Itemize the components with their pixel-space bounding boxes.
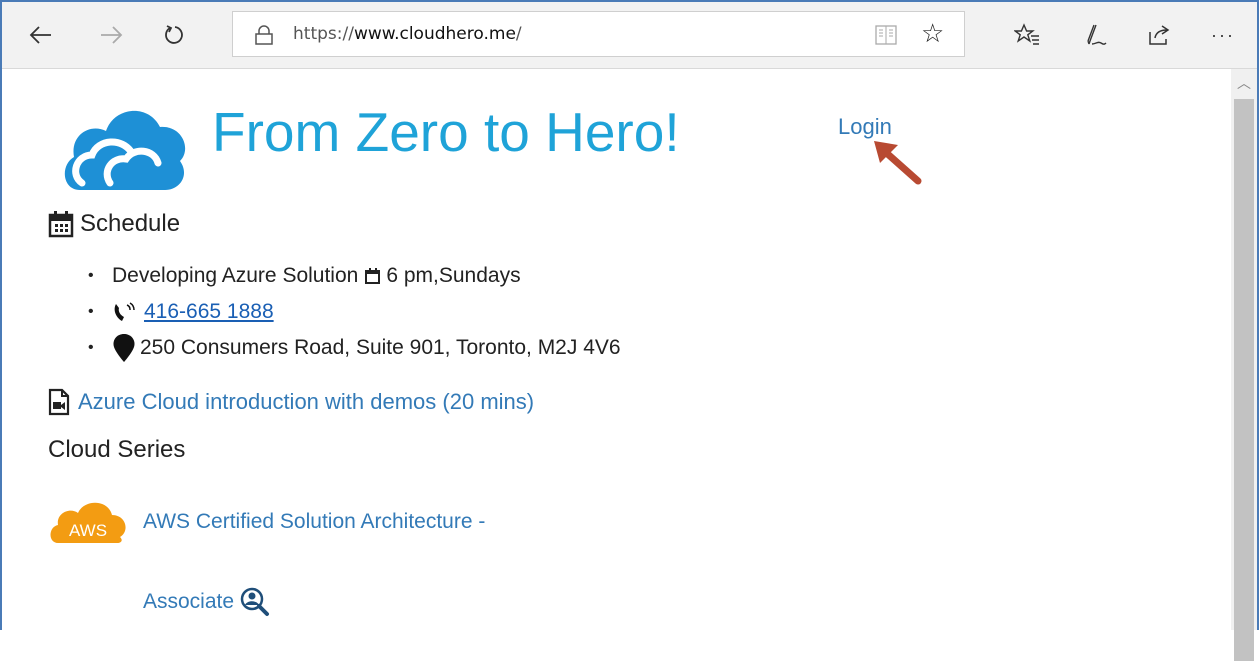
bullet: • — [88, 303, 94, 320]
video-file-icon — [48, 388, 70, 416]
favorite-star-icon[interactable]: ☆ — [921, 18, 944, 49]
refresh-icon[interactable] — [158, 18, 192, 52]
calendar-small-icon — [365, 268, 381, 284]
bullet: • — [88, 339, 94, 356]
cloud-series-heading: Cloud Series — [48, 436, 186, 463]
course-time: 6 pm,Sundays — [386, 264, 521, 287]
forward-icon[interactable] — [94, 18, 128, 52]
aws-course-link-continued[interactable]: Associate — [143, 587, 270, 617]
aws-course-link[interactable]: AWS Certified Solution Architecture - — [143, 510, 485, 534]
list-item: • 416-665 1888 — [88, 294, 621, 330]
share-icon[interactable] — [1142, 18, 1176, 52]
browser-toolbar: https://www.cloudhero.me/ ☆ ··· — [2, 2, 1257, 69]
bullet: • — [88, 267, 94, 284]
url-text: https://www.cloudhero.me/ — [293, 24, 522, 44]
arrow-annotation-icon — [874, 141, 922, 185]
list-item: • 250 Consumers Road, Suite 901, Toronto… — [88, 330, 621, 366]
page-title: From Zero to Hero! — [212, 101, 680, 163]
video-link-row[interactable]: Azure Cloud introduction with demos (20 … — [48, 388, 534, 416]
list-item: • Developing Azure Solution 6 pm,Sundays — [88, 258, 621, 294]
lock-icon — [255, 25, 273, 45]
phone-link[interactable]: 416-665 1888 — [144, 300, 274, 324]
more-icon[interactable]: ··· — [1206, 18, 1240, 52]
scroll-thumb[interactable] — [1234, 99, 1254, 661]
pen-icon[interactable] — [1078, 18, 1112, 52]
cloud-logo-icon — [64, 110, 186, 190]
schedule-heading: Schedule — [48, 210, 180, 238]
aws-logo-text: AWS — [69, 521, 107, 540]
video-link[interactable]: Azure Cloud introduction with demos (20 … — [78, 389, 534, 415]
reading-view-icon[interactable] — [873, 22, 899, 48]
aws-cloud-logo: AWS — [50, 502, 126, 543]
map-marker-icon — [113, 334, 135, 362]
scroll-up-icon[interactable]: ︿ — [1231, 69, 1257, 97]
course-name: Developing Azure Solution — [112, 264, 359, 287]
aws-course-link-text[interactable]: Associate — [143, 590, 234, 614]
calendar-icon — [48, 211, 74, 238]
vertical-scrollbar[interactable]: ︿ — [1231, 69, 1257, 661]
back-icon[interactable] — [24, 18, 58, 52]
phone-icon — [114, 302, 135, 321]
schedule-list: • Developing Azure Solution 6 pm,Sundays… — [88, 258, 621, 366]
search-user-icon[interactable] — [240, 587, 270, 617]
address-text: 250 Consumers Road, Suite 901, Toronto, … — [140, 336, 621, 359]
address-bar[interactable]: https://www.cloudhero.me/ ☆ — [232, 11, 965, 57]
favorites-list-icon[interactable] — [1010, 18, 1044, 52]
schedule-heading-label: Schedule — [80, 210, 181, 237]
